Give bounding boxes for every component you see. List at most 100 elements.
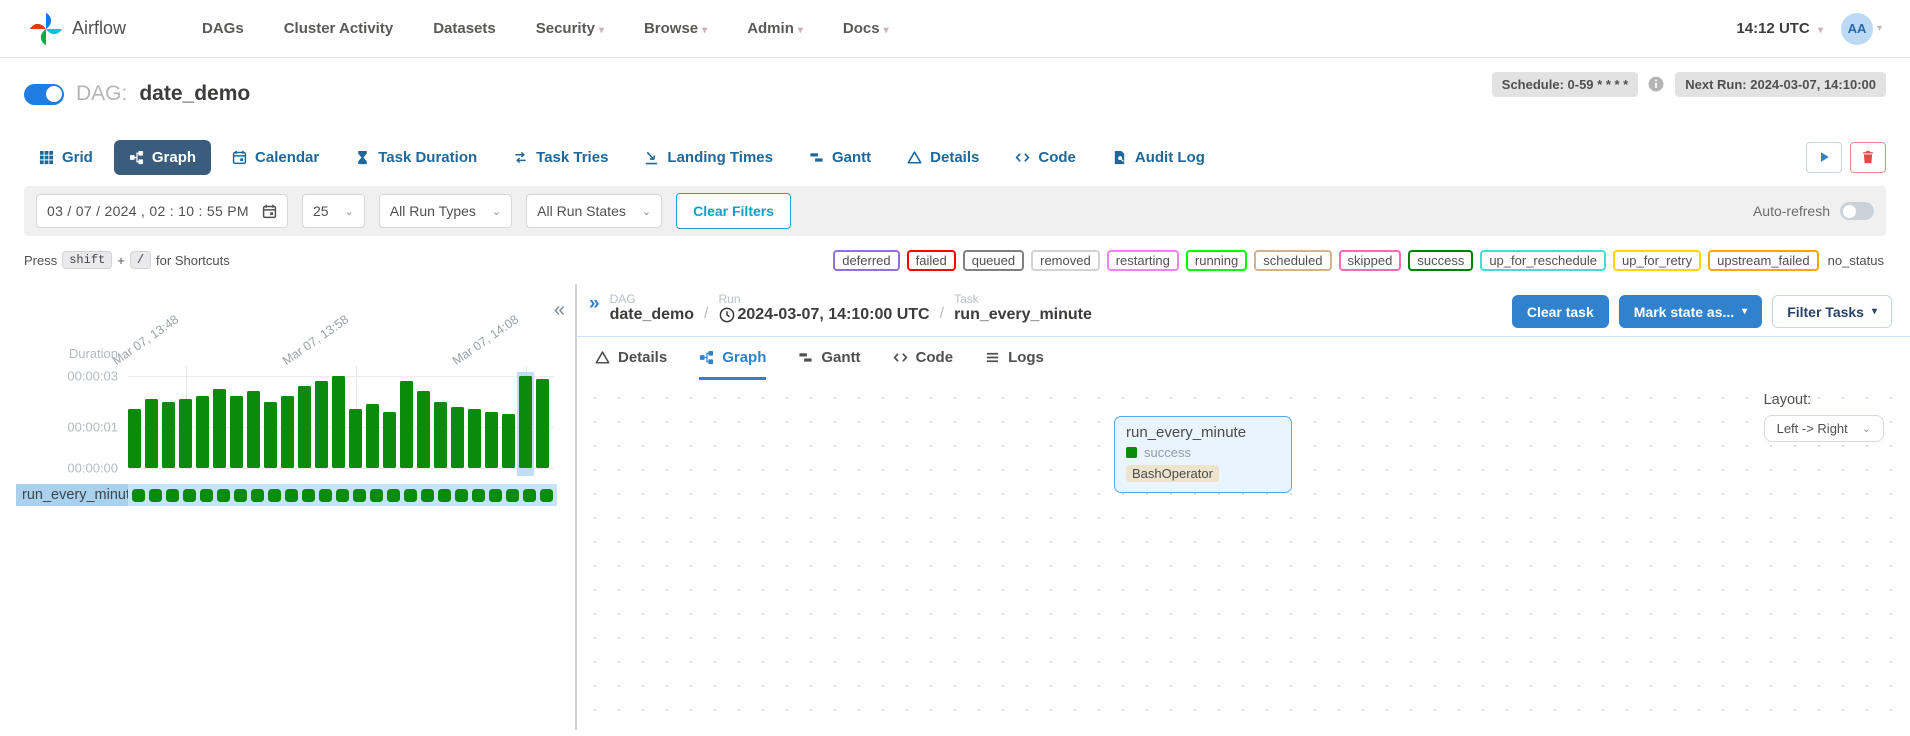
tab-landing-times[interactable]: Landing Times (629, 140, 788, 175)
nav-item-dags[interactable]: DAGs (186, 12, 260, 45)
filter-tasks-button[interactable]: Filter Tasks ▾ (1772, 295, 1892, 328)
num-runs-select[interactable]: 25 ⌄ (302, 194, 365, 228)
task-instance-square[interactable] (285, 489, 298, 502)
user-menu[interactable]: AA ▾ (1841, 13, 1882, 45)
task-instance-square[interactable] (472, 489, 485, 502)
airflow-logo[interactable]: Airflow (28, 11, 126, 47)
tab-gantt[interactable]: Gantt (798, 337, 860, 380)
legend-queued[interactable]: queued (963, 250, 1024, 271)
task-instance-square[interactable] (132, 489, 145, 502)
task-instance-square[interactable] (438, 489, 451, 502)
tab-details[interactable]: Details (595, 337, 667, 380)
task-instance-square[interactable] (251, 489, 264, 502)
run-states-select[interactable]: All Run States ⌄ (526, 194, 662, 228)
tab-details[interactable]: Details (892, 140, 994, 175)
auto-refresh-toggle[interactable] (1840, 202, 1874, 220)
duration-bar[interactable] (366, 404, 379, 468)
clear-task-button[interactable]: Clear task (1512, 295, 1609, 328)
duration-bar[interactable] (145, 399, 158, 468)
task-instance-square[interactable] (455, 489, 468, 502)
nav-item-docs[interactable]: Docs▾ (827, 12, 905, 45)
tab-logs[interactable]: Logs (985, 337, 1044, 380)
legend-restarting[interactable]: restarting (1107, 250, 1179, 271)
tab-gantt[interactable]: Gantt (794, 140, 886, 175)
duration-bar[interactable] (213, 389, 226, 468)
tab-code[interactable]: Code (1000, 140, 1091, 175)
duration-bar[interactable] (247, 391, 260, 468)
run-types-select[interactable]: All Run Types ⌄ (379, 194, 512, 228)
duration-bar[interactable] (315, 381, 328, 468)
duration-bar[interactable] (502, 414, 515, 468)
task-instance-square[interactable] (353, 489, 366, 502)
task-instance-square[interactable] (200, 489, 213, 502)
legend-up_for_retry[interactable]: up_for_retry (1613, 250, 1701, 271)
task-name-label[interactable]: run_every_minute (16, 484, 128, 506)
breadcrumb-run-value[interactable]: 2024-03-07, 14:10:00 UTC (719, 306, 930, 324)
task-instance-square[interactable] (234, 489, 247, 502)
tab-audit-log[interactable]: Audit Log (1097, 140, 1220, 175)
task-instance-square[interactable] (149, 489, 162, 502)
task-instance-square[interactable] (506, 489, 519, 502)
duration-bar[interactable] (485, 412, 498, 468)
task-instance-square[interactable] (166, 489, 179, 502)
tab-task-tries[interactable]: Task Tries (498, 140, 623, 175)
info-icon[interactable] (1648, 76, 1665, 93)
legend-scheduled[interactable]: scheduled (1254, 250, 1331, 271)
clear-filters-button[interactable]: Clear Filters (676, 193, 791, 229)
tab-graph[interactable]: Graph (699, 337, 766, 380)
tab-graph[interactable]: Graph (114, 140, 211, 175)
legend-success[interactable]: success (1408, 250, 1473, 271)
legend-failed[interactable]: failed (907, 250, 956, 271)
clock-dropdown[interactable]: 14:12 UTC ▾ (1736, 20, 1823, 37)
duration-bar[interactable] (281, 396, 294, 468)
task-instance-square[interactable] (319, 489, 332, 502)
tab-calendar[interactable]: Calendar (217, 140, 334, 175)
legend-up_for_reschedule[interactable]: up_for_reschedule (1480, 250, 1606, 271)
legend-running[interactable]: running (1186, 250, 1247, 271)
duration-bar[interactable] (162, 402, 175, 469)
delete-dag-button[interactable] (1850, 142, 1886, 173)
duration-bar[interactable] (434, 402, 447, 469)
task-instance-square[interactable] (370, 489, 383, 502)
duration-bar[interactable] (179, 399, 192, 468)
nav-item-cluster-activity[interactable]: Cluster Activity (268, 12, 409, 45)
mark-state-button[interactable]: Mark state as... ▾ (1619, 295, 1762, 328)
legend-skipped[interactable]: skipped (1339, 250, 1402, 271)
duration-bar[interactable] (519, 376, 532, 468)
base-date-input[interactable]: 03 / 07 / 2024 , 02 : 10 : 55 PM (36, 194, 288, 228)
duration-bar[interactable] (264, 402, 277, 469)
tab-code[interactable]: Code (893, 337, 954, 380)
duration-bar[interactable] (536, 379, 549, 468)
nav-item-browse[interactable]: Browse▾ (628, 12, 723, 45)
expand-panel-icon[interactable]: » (589, 294, 600, 313)
nav-item-security[interactable]: Security▾ (520, 12, 620, 45)
duration-bar[interactable] (468, 409, 481, 468)
legend-upstream_failed[interactable]: upstream_failed (1708, 250, 1819, 271)
task-instance-square[interactable] (540, 489, 553, 502)
task-instance-square[interactable] (489, 489, 502, 502)
duration-bar[interactable] (383, 412, 396, 468)
tab-grid[interactable]: Grid (24, 140, 108, 175)
legend-deferred[interactable]: deferred (833, 250, 899, 271)
duration-bar[interactable] (451, 407, 464, 468)
duration-bar[interactable] (400, 381, 413, 468)
nav-item-datasets[interactable]: Datasets (417, 12, 512, 45)
layout-select[interactable]: Left -> Right ⌄ (1764, 415, 1884, 442)
task-node[interactable]: run_every_minute success BashOperator (1114, 416, 1292, 493)
nav-item-admin[interactable]: Admin▾ (731, 12, 819, 45)
task-instance-square[interactable] (336, 489, 349, 502)
dag-pause-toggle[interactable] (24, 84, 64, 105)
tab-task-duration[interactable]: Task Duration (340, 140, 492, 175)
task-instance-square[interactable] (387, 489, 400, 502)
duration-bar[interactable] (230, 396, 243, 468)
duration-bar[interactable] (196, 396, 209, 468)
task-instance-square[interactable] (217, 489, 230, 502)
breadcrumb-task-value[interactable]: run_every_minute (954, 306, 1092, 324)
duration-bar[interactable] (417, 391, 430, 468)
task-instance-square[interactable] (302, 489, 315, 502)
collapse-panel-icon[interactable]: « (554, 300, 565, 320)
duration-bar[interactable] (128, 409, 141, 468)
task-instance-square[interactable] (523, 489, 536, 502)
task-instance-square[interactable] (421, 489, 434, 502)
task-instance-square[interactable] (404, 489, 417, 502)
